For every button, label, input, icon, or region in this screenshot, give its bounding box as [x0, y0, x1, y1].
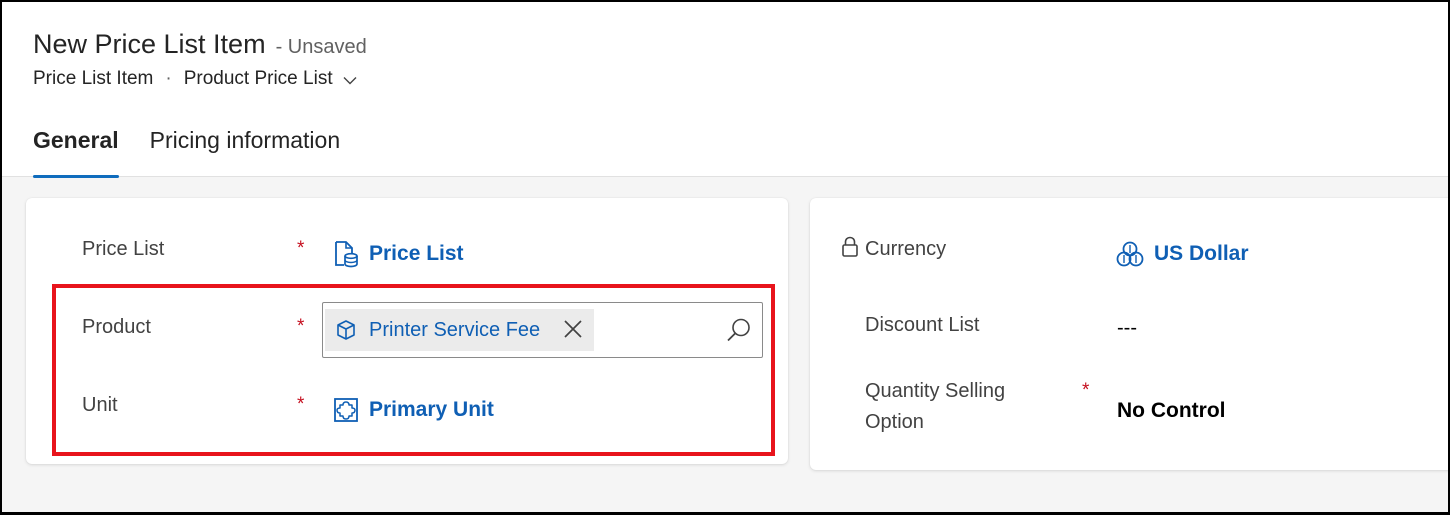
required-marker: *: [1082, 380, 1090, 401]
form-selector[interactable]: Product Price List: [184, 68, 357, 90]
currency-coins-icon: [1116, 241, 1144, 267]
price-list-value: Price List: [369, 242, 464, 265]
form-header: New Price List Item - Unsaved Price List…: [2, 2, 1448, 178]
details-section-card: Currency US Dollar Discount List --- Qua…: [810, 198, 1448, 470]
breadcrumb: Price List Item · Product Price List: [33, 68, 357, 90]
currency-value: US Dollar: [1154, 242, 1249, 265]
chevron-down-icon: [343, 76, 357, 84]
currency-label: Currency: [865, 238, 947, 260]
tab-list: General Pricing information: [33, 114, 371, 178]
document-coins-icon: [335, 241, 358, 268]
required-marker: *: [297, 238, 305, 259]
unit-link[interactable]: Primary Unit: [333, 397, 494, 423]
selected-product-value: Printer Service Fee: [369, 318, 541, 341]
product-lookup-field[interactable]: Printer Service Fee: [322, 302, 763, 358]
selected-product-chip[interactable]: Printer Service Fee: [325, 309, 594, 351]
page-title: New Price List Item: [33, 29, 266, 59]
breadcrumb-entity: Price List Item: [33, 68, 154, 89]
search-icon[interactable]: [726, 317, 752, 343]
price-list-label: Price List: [82, 238, 165, 260]
form-selector-label: Product Price List: [183, 68, 333, 89]
puzzle-icon: [334, 398, 358, 422]
unit-value: Primary Unit: [369, 398, 494, 421]
discount-list-value[interactable]: ---: [1117, 317, 1137, 340]
discount-list-label: Discount List: [865, 314, 980, 336]
save-status: - Unsaved: [275, 36, 367, 58]
unit-label: Unit: [82, 394, 118, 416]
general-section-card: Price List * Price List Product * Printe…: [26, 198, 788, 464]
quantity-selling-label-line2: Option: [865, 411, 924, 433]
required-marker: *: [297, 316, 305, 337]
currency-link[interactable]: US Dollar: [1116, 240, 1249, 268]
product-label: Product: [82, 316, 151, 338]
quantity-selling-value[interactable]: No Control: [1117, 399, 1225, 423]
required-marker: *: [297, 394, 305, 415]
tab-general[interactable]: General: [33, 114, 119, 178]
breadcrumb-separator: ·: [165, 68, 172, 89]
lock-icon: [842, 236, 858, 257]
close-icon[interactable]: [562, 318, 584, 340]
tab-pricing-information[interactable]: Pricing information: [150, 114, 340, 177]
quantity-selling-label-line1: Quantity Selling: [865, 380, 1006, 402]
cube-icon: [337, 320, 355, 340]
price-list-link[interactable]: Price List: [333, 240, 464, 268]
title-row: New Price List Item - Unsaved: [33, 29, 367, 60]
app-frame: New Price List Item - Unsaved Price List…: [0, 0, 1450, 515]
